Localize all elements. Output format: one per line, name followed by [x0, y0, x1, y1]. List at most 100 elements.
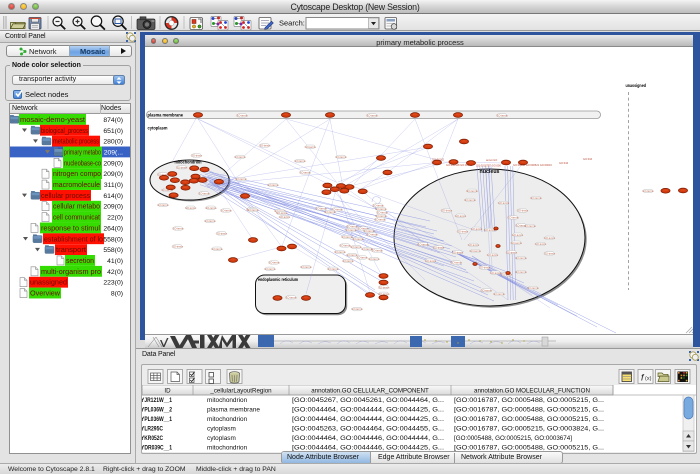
svg-text:GO-terms: GO-terms — [493, 292, 505, 296]
svg-text:YKR052C: YKR052C — [142, 435, 163, 442]
svg-text:GO-terms: GO-terms — [375, 207, 387, 211]
svg-text:GO-terms: GO-terms — [216, 232, 228, 236]
svg-text:cellular metabo: cellular metabo — [53, 203, 100, 210]
svg-text:GO-terms: GO-terms — [417, 242, 429, 246]
svg-text:GO-terms: GO-terms — [366, 233, 378, 237]
svg-text:secretion: secretion — [66, 258, 94, 265]
svg-text:874(0): 874(0) — [103, 116, 123, 123]
svg-text:614(0): 614(0) — [103, 192, 123, 199]
svg-text:GO-terms: GO-terms — [506, 250, 518, 254]
svg-text:GO-terms: GO-terms — [515, 270, 527, 274]
svg-text:GO-terms: GO-terms — [517, 209, 529, 213]
svg-text:macromolecule: macromolecule — [53, 182, 100, 189]
svg-text:651(0): 651(0) — [103, 127, 123, 134]
svg-text:GO-terms: GO-terms — [374, 218, 386, 222]
svg-text:209(0): 209(0) — [103, 160, 123, 167]
svg-text:mitochondrion: mitochondrion — [207, 397, 248, 404]
svg-text:[GO:0016787, GO:0005488, GO:00: [GO:0016787, GO:0005488, GO:0005215, G..… — [454, 397, 604, 404]
svg-text:[GO:0045267, GO:0045261, GO:00: [GO:0045267, GO:0045261, GO:0044464, G..… — [292, 397, 444, 404]
svg-text:GO-terms: GO-terms — [376, 211, 388, 215]
svg-text:GO-terms: GO-terms — [334, 250, 346, 254]
svg-text:YDR039C__1: YDR039C__1 — [142, 445, 172, 452]
svg-text:GO-terms: GO-terms — [335, 155, 347, 159]
svg-text:GO-terms: GO-terms — [481, 288, 493, 292]
svg-text:209(0): 209(0) — [103, 203, 123, 210]
svg-text:cytoplasm: cytoplasm — [207, 435, 236, 442]
svg-text:GO-terms: GO-terms — [234, 155, 246, 159]
svg-text:GO-terms: GO-terms — [205, 206, 217, 210]
svg-text:[GO:0016787, GO:0005488, GO:00: [GO:0016787, GO:0005488, GO:0005215, G..… — [454, 407, 604, 414]
svg-text:GO-terms: GO-terms — [264, 267, 276, 271]
svg-text:GO-terms: GO-terms — [544, 236, 556, 240]
svg-text:cellular process: cellular process — [41, 192, 90, 199]
svg-text:311(0): 311(0) — [104, 182, 123, 189]
svg-text:GO-terms: GO-terms — [452, 250, 464, 254]
svg-text:nucleus: nucleus — [480, 169, 500, 175]
svg-text:Search:: Search: — [279, 19, 305, 28]
svg-text:GO-terms: GO-terms — [425, 259, 437, 263]
svg-text:GO-terms: GO-terms — [236, 114, 248, 118]
svg-text:GO-terms: GO-terms — [470, 249, 482, 253]
svg-text:[GO:0045263, GO:0044464, GO:00: [GO:0045263, GO:0044464, GO:0044455, G..… — [292, 426, 444, 433]
svg-text:YPL036W__1: YPL036W__1 — [142, 416, 172, 423]
svg-text:GO-terms: GO-terms — [368, 257, 380, 261]
svg-text:GO:044: GO:044 — [559, 161, 569, 165]
svg-text:223(0): 223(0) — [103, 279, 123, 286]
svg-text:GO-terms: GO-terms — [176, 165, 188, 169]
svg-text:GO-terms: GO-terms — [352, 237, 364, 241]
svg-text:GO-terms: GO-terms — [515, 256, 527, 260]
svg-text:YPL036W__2: YPL036W__2 — [142, 407, 172, 414]
svg-text:GO-terms: GO-terms — [172, 245, 184, 249]
svg-text:metabolic process: metabolic process — [53, 138, 99, 145]
svg-text:multi-organism pro: multi-organism pro — [41, 268, 101, 275]
svg-text:biological_process: biological_process — [41, 127, 88, 134]
svg-text:annotation.GO CELLULAR_COMPONE: annotation.GO CELLULAR_COMPONENT — [311, 387, 429, 394]
svg-text:GO-terms: GO-terms — [466, 189, 478, 193]
svg-text:GO-terms: GO-terms — [204, 219, 216, 223]
svg-text:GO-terms: GO-terms — [268, 261, 280, 265]
svg-text:GO-terms: GO-terms — [375, 214, 387, 218]
svg-text:[GO:0016787, GO:0005215, GO:00: [GO:0016787, GO:0005215, GO:0003824, G..… — [454, 426, 604, 433]
svg-text:GO-terms: GO-terms — [371, 249, 383, 253]
svg-text:GO-terms: GO-terms — [527, 286, 539, 290]
svg-text:[GO:0016787, GO:0005488, GO:00: [GO:0016787, GO:0005488, GO:0005215, G..… — [454, 416, 604, 423]
svg-text:42(0): 42(0) — [107, 268, 123, 275]
svg-text:GO-terms: GO-terms — [300, 265, 312, 269]
svg-text:GO-terms: GO-terms — [455, 214, 467, 218]
svg-text:nucleobase-co: nucleobase-co — [64, 160, 101, 167]
svg-text:primary metabo: primary metabo — [64, 149, 101, 156]
svg-text:8(0): 8(0) — [111, 290, 123, 297]
svg-text:annot GO: annot GO — [486, 158, 497, 162]
svg-text:GO-terms: GO-terms — [468, 243, 480, 247]
svg-text:_cellularLayoutRegion: _cellularLayoutRegion — [209, 387, 272, 394]
svg-text:GO-terms: GO-terms — [172, 227, 184, 231]
svg-text:GO-terms: GO-terms — [285, 295, 297, 299]
svg-text:GO-terms: GO-terms — [498, 201, 510, 205]
svg-text:GO-terms: GO-terms — [530, 196, 542, 200]
svg-text:establishment of lo: establishment of lo — [44, 236, 103, 243]
svg-text:GO-terms: GO-terms — [507, 216, 519, 220]
svg-text:GO-terms: GO-terms — [378, 285, 390, 289]
svg-text:mitochondrion: mitochondrion — [207, 445, 248, 452]
svg-text:YJR121W__1: YJR121W__1 — [142, 397, 172, 404]
svg-text:plasma membrane: plasma membrane — [148, 113, 184, 119]
svg-text:41(0): 41(0) — [107, 258, 123, 265]
svg-text:GO-terms: GO-terms — [351, 307, 363, 311]
svg-text:264(0): 264(0) — [103, 225, 123, 232]
svg-text:endoplasmic reticulum: endoplasmic reticulum — [258, 277, 298, 282]
svg-text:GO-terms: GO-terms — [511, 241, 523, 245]
svg-text:GO-terms: GO-terms — [471, 227, 483, 231]
svg-text:209(0): 209(0) — [103, 171, 123, 178]
svg-text:mitochondrion: mitochondrion — [207, 416, 248, 423]
svg-text:GO-terms: GO-terms — [535, 242, 547, 246]
svg-text:GO-terms: GO-terms — [294, 159, 306, 163]
svg-text:unassigned: unassigned — [626, 83, 647, 88]
svg-text:GO-terms: GO-terms — [315, 207, 327, 211]
svg-text:response to stimul: response to stimul — [41, 225, 100, 232]
svg-text:GO-terms: GO-terms — [457, 230, 469, 234]
svg-text:GO-terms: GO-terms — [157, 203, 169, 207]
svg-text:YLR295C: YLR295C — [142, 426, 163, 433]
svg-text:GO-terms: GO-terms — [464, 198, 476, 202]
svg-text:GO-terms: GO-terms — [342, 259, 354, 263]
svg-text:GO-terms: GO-terms — [276, 211, 288, 215]
